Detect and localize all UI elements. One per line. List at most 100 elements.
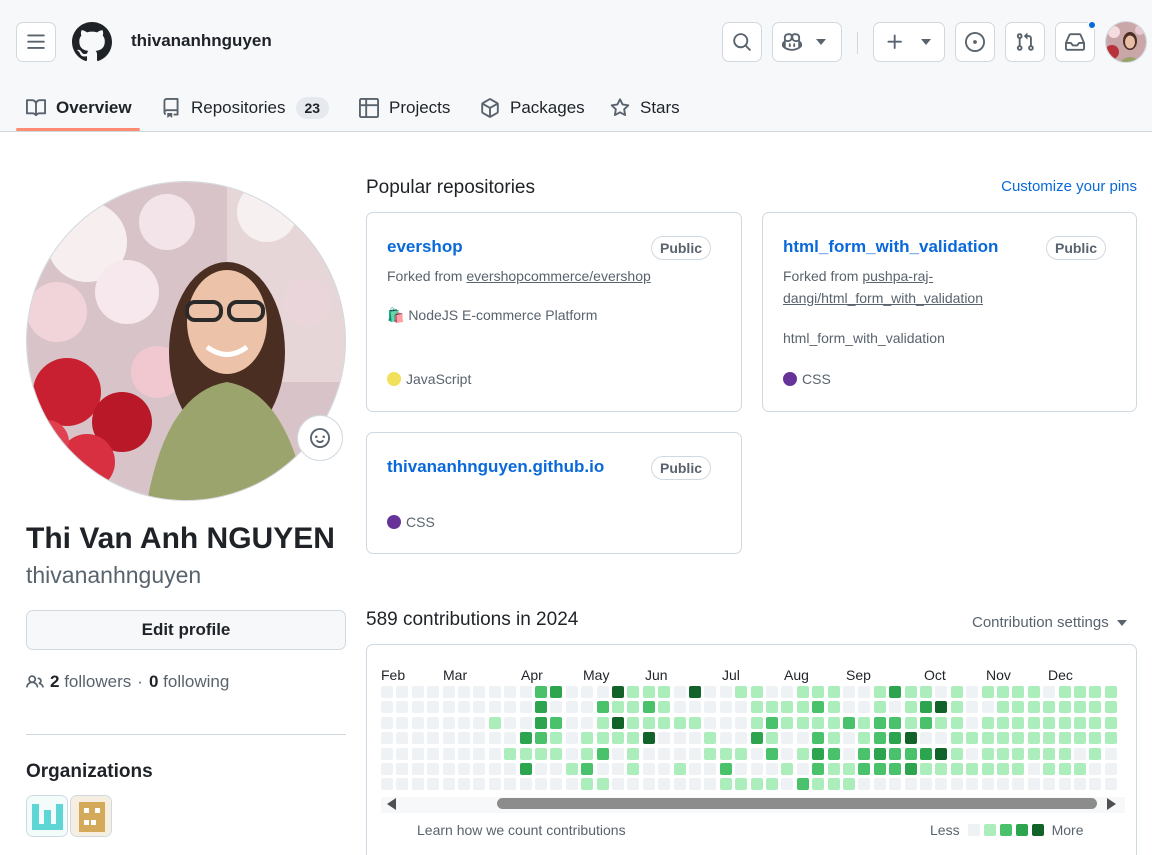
contribution-day[interactable] xyxy=(904,686,917,698)
contribution-day[interactable] xyxy=(735,701,748,714)
contribution-day[interactable] xyxy=(673,732,686,745)
contribution-day[interactable] xyxy=(1089,716,1102,729)
contribution-day[interactable] xyxy=(827,716,840,729)
contribution-day[interactable] xyxy=(458,686,470,698)
contribution-day[interactable] xyxy=(812,763,825,775)
edit-profile-button[interactable]: Edit profile xyxy=(26,610,346,650)
contribution-day[interactable] xyxy=(565,763,578,775)
contribution-day[interactable] xyxy=(1043,732,1056,745)
contribution-day[interactable] xyxy=(581,716,594,729)
contribution-day[interactable] xyxy=(750,686,763,698)
contribution-day[interactable] xyxy=(658,732,671,745)
contribution-day[interactable] xyxy=(966,716,979,729)
contribution-day[interactable] xyxy=(689,686,701,698)
contribution-day[interactable] xyxy=(612,732,624,745)
contribution-day[interactable] xyxy=(843,778,855,791)
contribution-day[interactable] xyxy=(488,763,501,775)
contribution-day[interactable] xyxy=(627,686,640,698)
contribution-day[interactable] xyxy=(704,763,717,775)
contribution-day[interactable] xyxy=(381,747,393,760)
contribution-day[interactable] xyxy=(596,732,609,745)
contribution-day[interactable] xyxy=(673,778,686,791)
header-username[interactable]: thivananhnguyen xyxy=(131,31,272,51)
contribution-day[interactable] xyxy=(1027,701,1040,714)
contribution-day[interactable] xyxy=(719,747,732,760)
contribution-day[interactable] xyxy=(812,686,825,698)
contribution-day[interactable] xyxy=(627,716,640,729)
contribution-day[interactable] xyxy=(966,732,979,745)
contribution-day[interactable] xyxy=(519,778,532,791)
contribution-day[interactable] xyxy=(1074,686,1086,698)
contribution-day[interactable] xyxy=(658,686,671,698)
customize-pins-link[interactable]: Customize your pins xyxy=(1001,178,1137,195)
contribution-day[interactable] xyxy=(858,778,871,791)
contribution-day[interactable] xyxy=(1043,716,1056,729)
contribution-day[interactable] xyxy=(904,747,917,760)
contribution-day[interactable] xyxy=(581,686,594,698)
contribution-day[interactable] xyxy=(535,732,547,745)
contribution-day[interactable] xyxy=(535,763,547,775)
contribution-day[interactable] xyxy=(1104,686,1117,698)
contribution-day[interactable] xyxy=(781,747,794,760)
contribution-day[interactable] xyxy=(473,778,486,791)
contribution-day[interactable] xyxy=(1058,716,1071,729)
contribution-day[interactable] xyxy=(935,763,948,775)
contribution-day[interactable] xyxy=(812,778,825,791)
contribution-day[interactable] xyxy=(920,686,932,698)
contribution-day[interactable] xyxy=(827,686,840,698)
forked-from-link[interactable]: evershopcommerce/evershop xyxy=(466,268,650,284)
contribution-day[interactable] xyxy=(1027,778,1040,791)
contribution-day[interactable] xyxy=(1058,778,1071,791)
contribution-day[interactable] xyxy=(966,763,979,775)
contribution-day[interactable] xyxy=(935,747,948,760)
contribution-day[interactable] xyxy=(673,686,686,698)
contribution-day[interactable] xyxy=(427,778,440,791)
contribution-day[interactable] xyxy=(658,701,671,714)
contribution-day[interactable] xyxy=(1104,747,1117,760)
contribution-day[interactable] xyxy=(935,732,948,745)
contribution-day[interactable] xyxy=(704,686,717,698)
pull-requests-button[interactable] xyxy=(1005,22,1045,62)
contribution-day[interactable] xyxy=(411,732,424,745)
contribution-day[interactable] xyxy=(796,732,809,745)
contribution-day[interactable] xyxy=(627,778,640,791)
contribution-day[interactable] xyxy=(981,747,994,760)
contribution-day[interactable] xyxy=(781,778,794,791)
contribution-day[interactable] xyxy=(627,763,640,775)
contribution-day[interactable] xyxy=(473,747,486,760)
contribution-day[interactable] xyxy=(873,778,886,791)
contribution-day[interactable] xyxy=(565,747,578,760)
contribution-day[interactable] xyxy=(858,701,871,714)
contribution-day[interactable] xyxy=(1043,778,1056,791)
contribution-day[interactable] xyxy=(473,732,486,745)
contribution-day[interactable] xyxy=(596,686,609,698)
contribution-day[interactable] xyxy=(1043,763,1056,775)
contribution-day[interactable] xyxy=(997,732,1009,745)
contribution-day[interactable] xyxy=(396,686,409,698)
contribution-day[interactable] xyxy=(873,686,886,698)
contribution-day[interactable] xyxy=(843,732,855,745)
contribution-day[interactable] xyxy=(873,701,886,714)
contribution-day[interactable] xyxy=(966,747,979,760)
contribution-day[interactable] xyxy=(519,732,532,745)
contribution-day[interactable] xyxy=(1104,732,1117,745)
contribution-day[interactable] xyxy=(904,763,917,775)
contribution-day[interactable] xyxy=(950,763,963,775)
contribution-day[interactable] xyxy=(381,732,393,745)
contribution-day[interactable] xyxy=(997,701,1009,714)
contribution-day[interactable] xyxy=(843,716,855,729)
contribution-day[interactable] xyxy=(427,701,440,714)
contribution-day[interactable] xyxy=(750,778,763,791)
contribution-day[interactable] xyxy=(381,778,393,791)
contribution-day[interactable] xyxy=(1104,701,1117,714)
contribution-day[interactable] xyxy=(812,747,825,760)
contribution-day[interactable] xyxy=(427,686,440,698)
contribution-day[interactable] xyxy=(596,747,609,760)
contribution-day[interactable] xyxy=(473,716,486,729)
menu-button[interactable] xyxy=(16,22,56,62)
contribution-day[interactable] xyxy=(704,732,717,745)
contribution-day[interactable] xyxy=(843,747,855,760)
contribution-day[interactable] xyxy=(596,716,609,729)
contribution-day[interactable] xyxy=(858,747,871,760)
contribution-day[interactable] xyxy=(442,701,455,714)
